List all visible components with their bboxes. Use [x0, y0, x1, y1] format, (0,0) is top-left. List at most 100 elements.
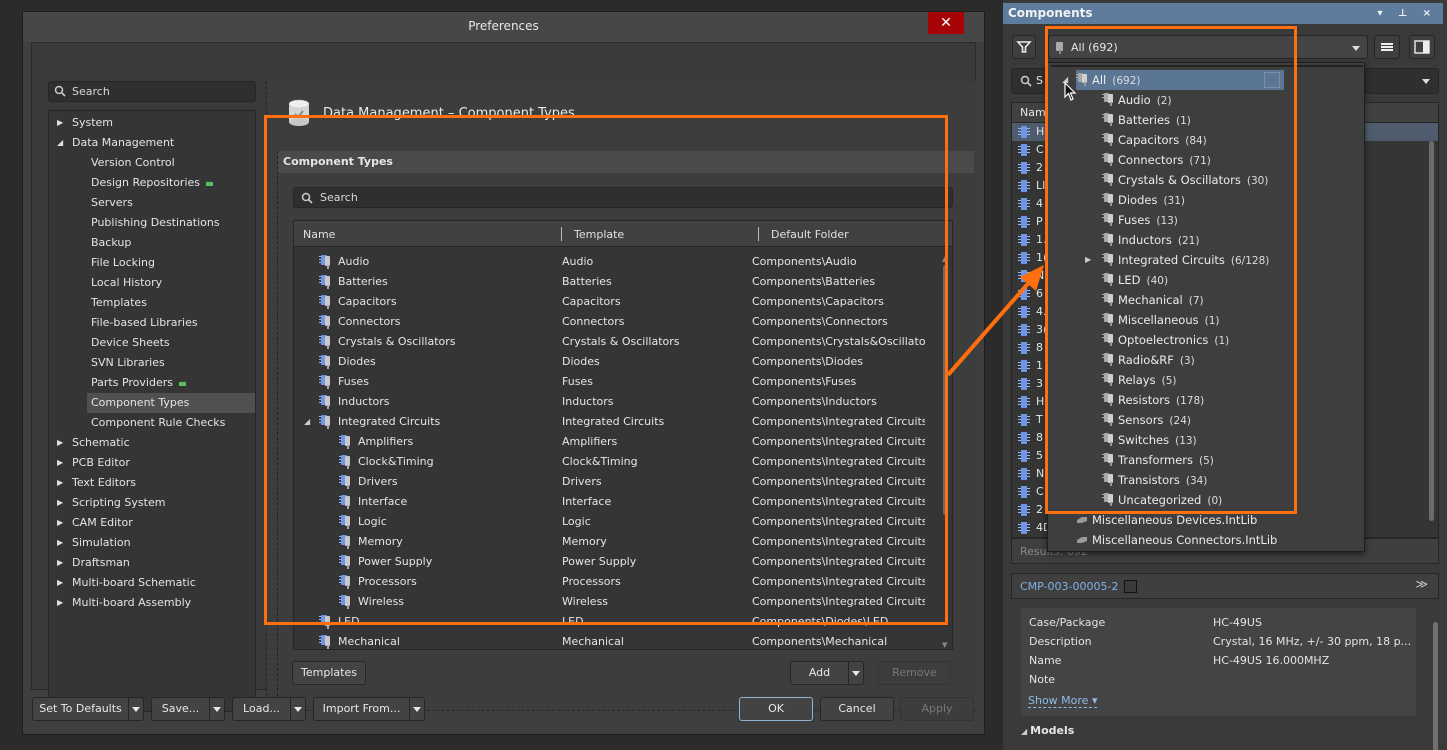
component-id[interactable]: CMP-003-00005-2 [1020, 580, 1118, 593]
nav-item[interactable]: Component Rule Checks [49, 413, 255, 433]
dropdown-item[interactable]: ▶ Integrated Circuits (6/128) [1085, 250, 1352, 270]
dropdown-item[interactable]: Transformers (5) [1102, 450, 1352, 470]
table-row[interactable]: Power Supply Power Supply Components\Integ… [294, 552, 939, 572]
expand-icon[interactable]: ▶ [57, 593, 63, 613]
dropdown-item[interactable]: Resistors (178) [1102, 390, 1352, 410]
detail-scrollbar[interactable] [1433, 610, 1439, 750]
expand-icon[interactable]: ▶ [57, 113, 63, 133]
templates-button[interactable]: Templates [292, 661, 366, 685]
dropdown-item[interactable]: Fuses (13) [1102, 210, 1352, 230]
dropdown-item[interactable]: Mechanical (7) [1102, 290, 1352, 310]
collapse-icon[interactable]: ◢ [304, 412, 310, 432]
table-row[interactable]: Clock&Timing Clock&Timing Components\Integ… [294, 452, 939, 472]
panel-window-buttons[interactable]: ▾ ⊥ × [1377, 3, 1437, 24]
table-row[interactable]: Connectors Connectors Components\Connector… [294, 312, 939, 332]
chevron-down-icon[interactable] [209, 698, 224, 720]
table-row[interactable]: Capacitors Capacitors Components\Capacitor… [294, 292, 939, 312]
dropdown-item[interactable]: Batteries (1) [1102, 110, 1352, 130]
chevron-down-icon[interactable] [128, 698, 143, 720]
nav-item[interactable]: ▶ PCB Editor [49, 453, 255, 473]
nav-item[interactable]: Local History [49, 273, 255, 293]
component-checkbox[interactable] [1124, 580, 1137, 593]
expand-icon[interactable]: ▶ [57, 513, 63, 533]
dropdown-item[interactable]: LED (40) [1102, 270, 1352, 290]
nav-item[interactable]: File Locking [49, 253, 255, 273]
nav-item[interactable]: ▶ System [49, 113, 255, 133]
table-row[interactable]: Fuses Fuses Components\Fuses [294, 372, 939, 392]
filter-button[interactable] [1012, 35, 1036, 59]
nav-item[interactable]: ▶ Multi-board Assembly [49, 593, 255, 613]
expand-icon[interactable]: ▶ [57, 453, 63, 473]
table-row[interactable]: Wireless Wireless Components\Integrated Ci… [294, 592, 939, 612]
nav-item[interactable]: ◢ Data Management [49, 133, 255, 153]
double-chevron-down-icon[interactable]: ≫ [1415, 577, 1428, 591]
table-row[interactable]: Amplifiers Amplifiers Components\Integrate… [294, 432, 939, 452]
scrollbar-thumb[interactable] [1429, 141, 1434, 521]
nav-item[interactable]: Design Repositories [49, 173, 255, 193]
dropdown-item[interactable]: Switches (13) [1102, 430, 1352, 450]
library-item[interactable]: Miscellaneous Connectors.IntLib [1076, 530, 1277, 550]
dropdown-item[interactable]: Crystals & Oscillators (30) [1102, 170, 1352, 190]
expand-icon[interactable]: ▶ [57, 493, 63, 513]
column-header-default-folder[interactable]: Default Folder [771, 228, 849, 241]
nav-item[interactable]: Device Sheets [49, 333, 255, 353]
nav-item[interactable]: Backup [49, 233, 255, 253]
chevron-down-icon[interactable] [409, 698, 424, 720]
dropdown-item[interactable]: Audio (2) [1102, 90, 1352, 110]
save-button[interactable]: Save... [151, 697, 225, 721]
dropdown-item[interactable]: Transistors (34) [1102, 470, 1352, 490]
scroll-down-icon[interactable]: ▼ [942, 641, 947, 649]
table-row[interactable]: Interface Interface Components\Integrated … [294, 492, 939, 512]
dropdown-item[interactable]: Inductors (21) [1102, 230, 1352, 250]
nav-item[interactable]: File-based Libraries [49, 313, 255, 333]
add-button[interactable]: Add [790, 661, 864, 685]
toggle-details-button[interactable] [1409, 35, 1435, 59]
menu-button[interactable] [1374, 35, 1400, 59]
column-header-template[interactable]: Template [574, 228, 624, 241]
nav-item[interactable]: Parts Providers [49, 373, 255, 393]
dropdown-item[interactable]: ◢ All (692) [1062, 70, 1284, 90]
component-types-search-input[interactable]: Search [293, 187, 953, 208]
table-row[interactable]: Logic Logic Components\Integrated Circuits… [294, 512, 939, 532]
nav-item[interactable]: ▶ Multi-board Schematic [49, 573, 255, 593]
ok-button[interactable]: OK [739, 697, 813, 721]
close-button[interactable]: ✕ [928, 12, 964, 34]
import-from-button[interactable]: Import From... [313, 697, 425, 721]
set-to-defaults-button[interactable]: Set To Defaults [32, 697, 144, 721]
table-row[interactable]: Drivers Drivers Components\Integrated Circ… [294, 472, 939, 492]
chevron-down-icon[interactable] [848, 662, 863, 684]
nav-item[interactable]: ▶ Scripting System [49, 493, 255, 513]
nav-item[interactable]: Publishing Destinations [49, 213, 255, 233]
nav-item[interactable]: Servers [49, 193, 255, 213]
table-row[interactable]: Batteries Batteries Components\Batteries [294, 272, 939, 292]
dropdown-item[interactable]: Diodes (31) [1102, 190, 1352, 210]
dropdown-item[interactable]: Relays (5) [1102, 370, 1352, 390]
expand-icon[interactable]: ▶ [57, 553, 63, 573]
table-row[interactable]: Inductors Inductors Components\Inductors [294, 392, 939, 412]
dropdown-item[interactable]: Capacitors (84) [1102, 130, 1352, 150]
load-button[interactable]: Load... [232, 697, 306, 721]
dropdown-item[interactable]: Optoelectronics (1) [1102, 330, 1352, 350]
expand-icon[interactable]: ▶ [57, 473, 63, 493]
nav-item[interactable]: ▶ Text Editors [49, 473, 255, 493]
dropdown-item[interactable]: Uncategorized (0) [1102, 490, 1352, 510]
expand-icon[interactable]: ▶ [57, 573, 63, 593]
nav-item[interactable]: SVN Libraries [49, 353, 255, 373]
expand-icon[interactable]: ▶ [57, 533, 63, 553]
column-header-name[interactable]: Name [303, 228, 335, 241]
chevron-down-icon[interactable] [290, 698, 305, 720]
apply-button[interactable]: Apply [900, 697, 974, 721]
chevron-down-icon[interactable] [1422, 79, 1430, 84]
table-row[interactable]: Processors Processors Components\Integrate… [294, 572, 939, 592]
dropdown-item[interactable]: Radio&RF (3) [1102, 350, 1352, 370]
table-row[interactable]: LED LED Components\Diodes\LED [294, 612, 939, 632]
list-scrollbar[interactable] [1428, 129, 1435, 529]
category-combo[interactable]: All (692) [1048, 35, 1368, 59]
nav-item[interactable]: Version Control [49, 153, 255, 173]
table-row[interactable]: Memory Memory Components\Integrated Circui… [294, 532, 939, 552]
column-divider[interactable] [758, 227, 759, 241]
expand-icon[interactable]: ▶ [1085, 250, 1091, 270]
table-row[interactable]: Crystals & Oscillators Crystals & Oscilla… [294, 332, 939, 352]
dropdown-item[interactable]: Connectors (71) [1102, 150, 1352, 170]
nav-item[interactable]: ▶ Simulation [49, 533, 255, 553]
